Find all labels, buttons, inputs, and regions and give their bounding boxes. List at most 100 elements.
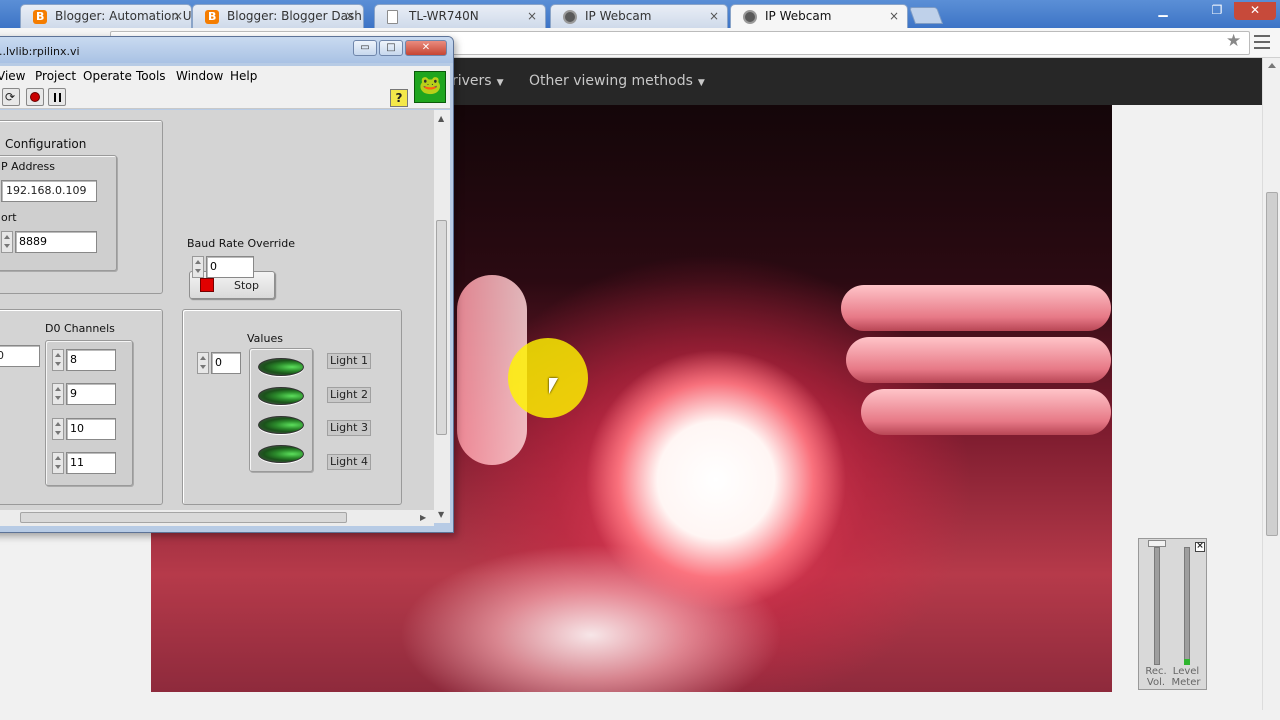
d0-channel-4[interactable]: 11: [52, 452, 122, 474]
stop-label: Stop: [234, 279, 260, 292]
window-title: ..lvlib:rpilinx.vi: [0, 45, 80, 58]
scroll-up-icon[interactable]: ▲: [438, 114, 444, 123]
channel-value[interactable]: 8: [66, 349, 116, 371]
pause-icon: [54, 93, 61, 102]
labview-menubar: View Project Operate Tools Window Help: [0, 66, 450, 85]
nav-label: Other viewing methods: [529, 73, 693, 89]
channel-value[interactable]: 11: [66, 452, 116, 474]
browser-menu-icon[interactable]: [1254, 35, 1270, 49]
front-panel-horizontal-scrollbar[interactable]: ▶: [0, 510, 434, 526]
tab-label: IP Webcam: [765, 9, 832, 23]
baud-rate-numeric[interactable]: 0: [192, 256, 260, 278]
index-stepper[interactable]: [197, 352, 209, 374]
light-1-led[interactable]: [258, 358, 304, 376]
abort-button[interactable]: [26, 88, 44, 106]
ip-address-label: P Address: [1, 160, 55, 173]
rec-volume-knob[interactable]: [1148, 540, 1166, 547]
window-minimize-button[interactable]: ▁: [1148, 2, 1178, 20]
page-scrollbar[interactable]: [1262, 58, 1280, 710]
scrollbar-thumb[interactable]: [20, 512, 347, 523]
context-help-button[interactable]: ?: [390, 89, 408, 107]
lamp-tube: [841, 285, 1111, 331]
cursor-highlight: [508, 338, 588, 418]
tab-close-icon[interactable]: ×: [527, 5, 537, 27]
labview-toolbar: ⟳: [0, 85, 450, 109]
menu-project[interactable]: Project: [35, 69, 76, 83]
lv-close-button[interactable]: ✕: [405, 40, 447, 56]
light-3-led[interactable]: [258, 416, 304, 434]
channel-stepper[interactable]: [52, 383, 64, 405]
menu-view[interactable]: View: [0, 69, 25, 83]
lv-minimize-button[interactable]: ▭: [353, 40, 377, 56]
light-2-led[interactable]: [258, 387, 304, 405]
light-2-label: Light 2: [327, 387, 371, 403]
tab-close-icon[interactable]: ×: [889, 5, 899, 27]
scrollbar-thumb[interactable]: [436, 220, 447, 435]
baud-rate-value[interactable]: 0: [206, 256, 254, 278]
close-icon[interactable]: ×: [1195, 542, 1205, 552]
tab-ip-webcam-1[interactable]: IP Webcam ×: [550, 4, 728, 28]
d0-channel-2[interactable]: 9: [52, 383, 122, 405]
index-value[interactable]: 0: [211, 352, 241, 374]
channel-value[interactable]: 9: [66, 383, 116, 405]
scroll-up-icon[interactable]: [1268, 63, 1276, 68]
run-continuously-button[interactable]: ⟳: [2, 88, 20, 106]
d0-left-value[interactable]: 0: [0, 345, 40, 367]
light-1-label: Light 1: [327, 353, 371, 369]
tab-router[interactable]: TL-WR740N ×: [374, 4, 546, 28]
new-tab-button[interactable]: [908, 7, 944, 24]
tab-close-icon[interactable]: ×: [173, 5, 183, 27]
pause-button[interactable]: [48, 88, 66, 106]
window-close-button[interactable]: ✕: [1234, 2, 1276, 20]
tab-blogger-automation[interactable]: Blogger: Automation Usir ×: [20, 4, 192, 28]
menu-tools[interactable]: Tools: [136, 69, 166, 83]
port-stepper[interactable]: [1, 231, 13, 253]
baud-rate-stepper[interactable]: [192, 256, 204, 278]
tab-ip-webcam-active[interactable]: IP Webcam ×: [730, 4, 908, 28]
d0-channels-cluster: D0 Channels 0 8 9 10 11: [0, 309, 163, 505]
labview-titlebar[interactable]: ..lvlib:rpilinx.vi ▭ □ ✕: [0, 37, 453, 63]
values-label: Values: [247, 332, 283, 345]
channel-stepper[interactable]: [52, 349, 64, 371]
channel-value[interactable]: 10: [66, 418, 116, 440]
port-value[interactable]: 8889: [15, 231, 97, 253]
tab-blogger-dashboard[interactable]: Blogger: Blogger Dashbo ×: [192, 4, 364, 28]
values-cluster: Values 0 Light 1 Light 2 Light 3 Light 4: [182, 309, 402, 505]
tab-label: IP Webcam: [585, 9, 652, 23]
nav-other-viewing-methods[interactable]: Other viewing methods ▼: [529, 73, 705, 89]
blogger-icon: [205, 6, 219, 28]
menu-operate[interactable]: Operate: [83, 69, 132, 83]
configuration-label: Configuration: [5, 137, 87, 151]
port-label: ort: [1, 211, 17, 224]
baud-rate-label: Baud Rate Override: [187, 237, 296, 250]
configuration-cluster: Configuration P Address 192.168.0.109 or…: [0, 120, 163, 294]
channel-stepper[interactable]: [52, 418, 64, 440]
rec-volume-slider[interactable]: [1154, 547, 1160, 665]
tab-close-icon[interactable]: ×: [345, 5, 355, 27]
tab-label: Blogger: Blogger Dashbo: [227, 9, 364, 23]
scroll-down-icon[interactable]: ▼: [438, 510, 444, 519]
audio-meter-panel: × Rec. Vol. Level Meter: [1138, 538, 1207, 690]
menu-window[interactable]: Window: [176, 69, 223, 83]
nav-drivers[interactable]: rivers ▼: [452, 73, 504, 89]
tab-label: TL-WR740N: [409, 9, 479, 23]
run-continuously-icon: ⟳: [5, 90, 16, 104]
d0-channel-1[interactable]: 8: [52, 349, 122, 371]
window-maximize-button[interactable]: ❐: [1202, 2, 1232, 20]
menu-help[interactable]: Help: [230, 69, 257, 83]
abort-icon: [30, 92, 40, 102]
port-numeric[interactable]: 8889: [1, 231, 97, 253]
lamp-tube: [861, 389, 1111, 435]
tab-close-icon[interactable]: ×: [709, 5, 719, 27]
d0-channel-3[interactable]: 10: [52, 418, 122, 440]
scrollbar-thumb[interactable]: [1266, 192, 1278, 536]
front-panel-vertical-scrollbar[interactable]: ▲ ▼: [434, 110, 450, 523]
level-meter-label: Level Meter: [1171, 666, 1201, 688]
scroll-right-icon[interactable]: ▶: [420, 513, 426, 522]
channel-stepper[interactable]: [52, 452, 64, 474]
lv-maximize-button[interactable]: □: [379, 40, 403, 56]
light-4-led[interactable]: [258, 445, 304, 463]
bookmark-star-icon[interactable]: ★: [1226, 31, 1241, 51]
ip-address-field[interactable]: 192.168.0.109: [1, 180, 97, 202]
values-index[interactable]: 0: [197, 352, 243, 374]
